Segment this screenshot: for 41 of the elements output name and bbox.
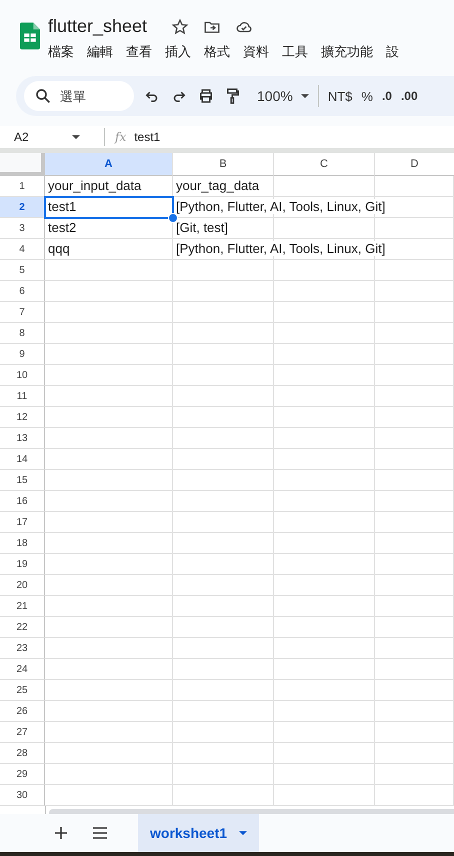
search-icon	[34, 87, 52, 105]
caret-icon	[300, 94, 309, 98]
menu-icon	[93, 827, 107, 839]
plus-icon	[55, 827, 67, 839]
column-header[interactable]: A	[45, 153, 173, 176]
currency-format-button[interactable]: NT$	[328, 88, 352, 104]
name-box[interactable]: A2	[0, 130, 90, 144]
menu-item[interactable]: 擴充功能	[321, 43, 373, 61]
star-icon[interactable]	[171, 18, 190, 36]
menu-item[interactable]: 查看	[126, 43, 152, 61]
zoom-dropdown[interactable]: 100%	[257, 88, 309, 104]
row-header[interactable]: 2	[0, 197, 45, 218]
menu-item[interactable]: 格式	[204, 43, 230, 61]
menu-item[interactable]: 插入	[165, 43, 191, 61]
menu-item[interactable]: 資料	[243, 43, 269, 61]
caret-icon	[239, 830, 248, 836]
decrease-decimal-button[interactable]: .0	[382, 89, 392, 103]
formula-input[interactable]: test1	[134, 130, 160, 144]
table-cell[interactable]: your_input_data	[45, 178, 144, 193]
percent-format-button[interactable]: %	[361, 88, 373, 104]
paint-roller-icon[interactable]	[224, 87, 242, 105]
table-cell[interactable]: test1	[44, 196, 174, 219]
table-cell[interactable]: your_tag_data	[173, 178, 262, 193]
add-sheet-button[interactable]	[55, 827, 67, 839]
menu-item[interactable]: 編輯	[87, 43, 113, 61]
function-label: fx	[115, 130, 126, 144]
sheets-logo-icon[interactable]	[20, 20, 40, 52]
all-sheets-button[interactable]	[93, 827, 107, 839]
sheet-tab[interactable]: worksheet1	[138, 814, 260, 852]
print-icon[interactable]	[197, 87, 215, 105]
caret-icon	[72, 134, 80, 140]
fill-handle[interactable]	[168, 213, 178, 223]
menu-item[interactable]: 設	[386, 43, 399, 61]
menu-item[interactable]: 工具	[282, 43, 308, 61]
increase-decimal-button[interactable]: .00	[400, 89, 418, 103]
document-title[interactable]: flutter_sheet	[48, 16, 148, 37]
menu-item[interactable]: 檔案	[48, 43, 74, 61]
column-header[interactable]: B	[173, 153, 274, 176]
search-input[interactable]: 選單	[58, 88, 122, 104]
menu-search-field[interactable]: 選單	[24, 81, 134, 111]
column-header[interactable]: C	[274, 153, 375, 176]
